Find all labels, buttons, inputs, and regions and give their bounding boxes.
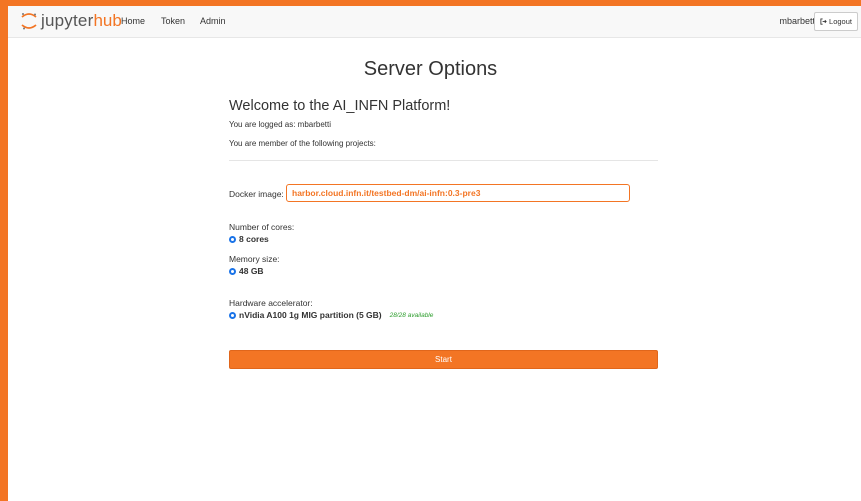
nav-token-link[interactable]: Token — [161, 16, 185, 26]
logged-as-text: You are logged as: mbarbetti — [229, 120, 331, 129]
accelerator-option-label: nVidia A100 1g MIG partition (5 GB) — [239, 310, 382, 320]
accelerator-radio[interactable] — [229, 311, 236, 319]
logo-text-jupyter: jupyter — [41, 11, 94, 30]
docker-image-input[interactable] — [286, 184, 630, 202]
docker-image-label: Docker image: — [229, 189, 284, 199]
welcome-heading: Welcome to the AI_INFN Platform! — [229, 98, 451, 114]
projects-text: You are member of the following projects… — [229, 139, 376, 148]
page-title: Server Options — [363, 58, 498, 80]
memory-option[interactable]: 48 GB — [229, 266, 264, 276]
logout-label: Logout — [829, 17, 852, 26]
cores-option-label: 8 cores — [239, 234, 269, 244]
navbar: jupyter hub Home Token Admin mbarbetti Lo… — [8, 6, 861, 38]
nav-home-link[interactable]: Home — [121, 16, 145, 26]
logout-button[interactable]: Logout — [814, 12, 858, 31]
memory-option-label: 48 GB — [239, 266, 264, 276]
username-label: mbarbetti — [779, 16, 817, 26]
section-divider — [229, 160, 658, 161]
start-button[interactable]: Start — [229, 350, 658, 369]
memory-radio[interactable] — [229, 267, 236, 275]
jupyterhub-logo[interactable]: jupyter hub — [21, 9, 122, 33]
accelerator-option[interactable]: nVidia A100 1g MIG partition (5 GB) 28/2… — [229, 310, 433, 320]
cores-option[interactable]: 8 cores — [229, 234, 269, 244]
availability-badge: 28/28 available — [389, 311, 434, 319]
nav-admin-link[interactable]: Admin — [200, 16, 226, 26]
cores-radio[interactable] — [229, 235, 236, 243]
cores-label: Number of cores: — [229, 222, 295, 232]
accelerator-label: Hardware accelerator: — [229, 298, 313, 308]
memory-label: Memory size: — [229, 254, 280, 264]
logo-text-hub: hub — [93, 11, 122, 30]
sign-out-icon — [820, 18, 827, 25]
jupyter-logo-icon — [21, 13, 37, 30]
